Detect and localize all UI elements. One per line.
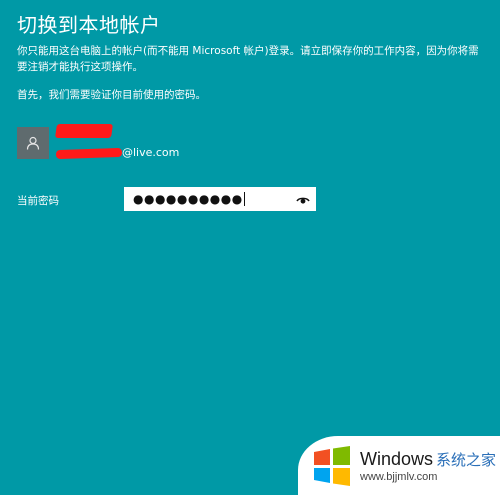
page-title: 切换到本地帐户 — [17, 13, 161, 37]
watermark-brand: Windows — [360, 448, 434, 469]
password-value: ●●●●●●●●●● — [133, 192, 243, 206]
email-suffix: @live.com — [122, 146, 180, 159]
windows-logo-icon — [314, 445, 350, 486]
watermark-brand-cn: 系统之家 — [436, 451, 497, 469]
description-text: 你只能用这台电脑上的帐户(而不能用 Microsoft 帐户)登录。请立即保存你… — [17, 45, 479, 73]
password-input[interactable]: ●●●●●●●●●● — [124, 187, 316, 211]
watermark-url: www.bjjmlv.com — [360, 470, 438, 483]
eye-icon[interactable] — [296, 193, 310, 207]
avatar — [17, 127, 49, 159]
verify-prompt: 首先，我们需要验证你目前使用的密码。 — [17, 89, 206, 101]
watermark-badge: Windows 系统之家 www.bjjmlv.com — [298, 436, 500, 495]
user-silhouette-icon — [26, 136, 40, 150]
user-email: @live.com — [55, 146, 180, 159]
email-redaction — [55, 147, 123, 159]
text-caret — [243, 192, 245, 206]
password-label: 当前密码 — [17, 195, 59, 207]
user-name-redacted: ​​​​​​​​​​​​​​​​​​​​​​​​​​​​​​​​​​​​​​​​… — [55, 123, 113, 138]
